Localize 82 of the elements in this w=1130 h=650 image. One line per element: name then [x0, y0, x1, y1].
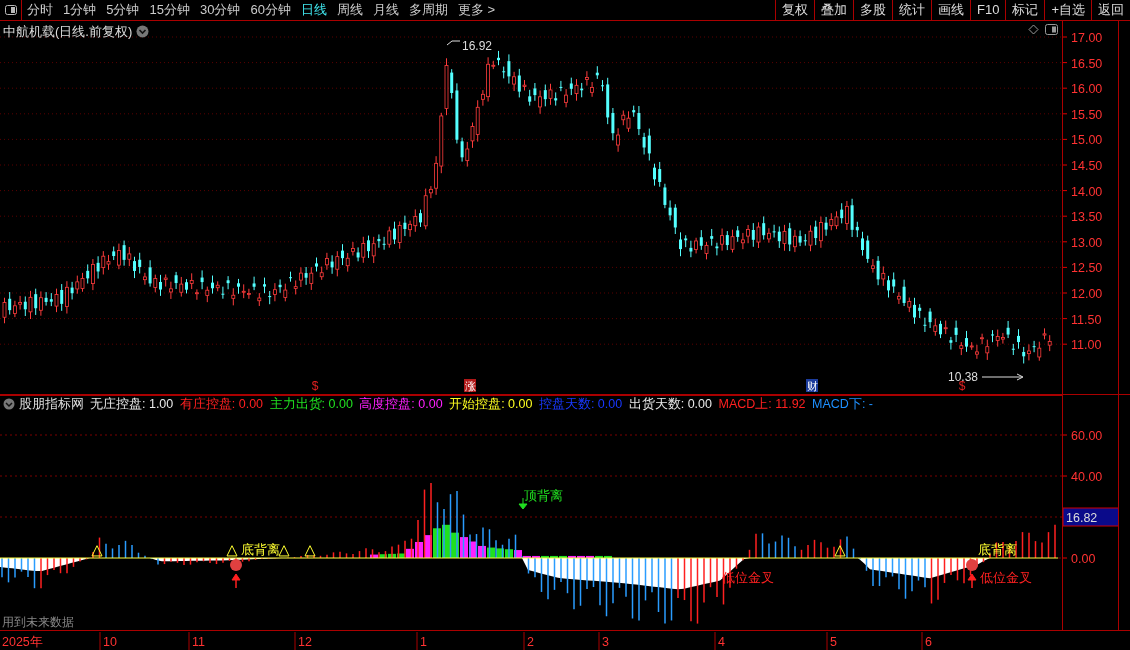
indicator-value: 出货天数: 0.00 — [628, 395, 712, 413]
date-label: 6 — [925, 634, 932, 649]
indicator-value: MACD下: - — [812, 395, 873, 413]
indicator-value: 无庄控盘: 1.00 — [90, 395, 174, 413]
date-label: 4 — [718, 634, 725, 649]
up-arrow-icon — [230, 559, 242, 589]
toolbar-button[interactable]: 画线 — [931, 0, 970, 20]
axis-label: 12.00 — [1071, 287, 1103, 301]
triangle-marker — [834, 545, 846, 557]
panel-toggle-icon[interactable] — [1045, 24, 1058, 35]
event-tag[interactable]: 涨 — [464, 379, 476, 392]
axis-label: 11.00 — [1071, 338, 1102, 353]
toolbar-button[interactable]: 返回 — [1091, 0, 1130, 20]
indicator-name: 股朋指标网 — [18, 395, 84, 413]
signal-label: 低位金叉 — [980, 570, 1032, 585]
date-label: 5 — [830, 634, 837, 649]
indicator-value: 开始控盘: 0.00 — [449, 395, 533, 413]
axis-label: 15.00 — [1071, 133, 1103, 148]
axis-label: 60.00 — [1071, 429, 1103, 443]
axis-label: 11.50 — [1071, 312, 1102, 327]
event-tag[interactable]: 财 — [806, 379, 818, 392]
axis-label: 40.00 — [1071, 470, 1103, 484]
period-tab[interactable]: 15分钟 — [144, 0, 195, 20]
date-label: 10 — [103, 634, 117, 649]
grid-line — [1057, 557, 1062, 559]
note-text: 用到未来数据 — [2, 615, 74, 629]
axis-label: 17.00 — [1071, 31, 1103, 45]
axis-label: 16.50 — [1071, 56, 1103, 71]
indicator-value: MACD上: 11.92 — [718, 395, 806, 413]
axis-label: 12.50 — [1071, 261, 1103, 276]
axis-label: 15.50 — [1071, 107, 1103, 122]
date-label: 12 — [298, 634, 312, 649]
indicator-value: 有庄控盘: 0.00 — [179, 395, 264, 413]
high-price-label: 16.92 — [462, 39, 493, 53]
indicator-value: 高度控盘: 0.00 — [359, 395, 443, 413]
date-label: 2 — [527, 634, 534, 649]
signal-label: 顶背离 — [524, 488, 563, 503]
period-tab[interactable]: 60分钟 — [245, 0, 296, 20]
date-label: 1 — [420, 634, 427, 649]
period-tab[interactable]: 1分钟 — [58, 0, 102, 20]
diamond-icon[interactable] — [1027, 24, 1039, 35]
triangle-marker — [304, 545, 316, 557]
axis-label: 0.00 — [1071, 552, 1096, 566]
axis-label: 13.00 — [1071, 235, 1103, 250]
period-tab[interactable]: 更多 > — [452, 0, 501, 20]
triangle-marker — [226, 545, 238, 557]
current-value: 16.82 — [1066, 511, 1098, 525]
collapse-icon[interactable] — [3, 398, 16, 410]
axis-label: 16.00 — [1071, 82, 1103, 97]
date-label: 11 — [192, 634, 205, 649]
stock-title: 中航机载(日线.前复权) — [3, 23, 133, 41]
toolbar-button[interactable]: +自选 — [1044, 0, 1091, 20]
period-tab[interactable]: 日线 — [295, 0, 332, 20]
up-arrow-icon — [966, 559, 978, 589]
panel-toggle-icon[interactable] — [4, 5, 17, 15]
toolbar-button[interactable]: F10 — [970, 0, 1006, 20]
period-tab[interactable]: 周线 — [331, 0, 368, 20]
period-tab[interactable]: 30分钟 — [194, 0, 246, 20]
triangle-marker — [91, 545, 103, 557]
indicator-value: 主力出货: 0.00 — [269, 395, 353, 413]
event-marker[interactable]: $ — [311, 379, 319, 393]
toolbar-button[interactable]: 统计 — [892, 0, 931, 20]
leader-line — [446, 40, 461, 46]
axis-label: 14.00 — [1071, 184, 1103, 199]
dropdown-icon[interactable] — [135, 25, 149, 39]
period-tab[interactable]: 多周期 — [403, 0, 453, 20]
toolbar-button[interactable]: 叠加 — [814, 0, 853, 20]
toolbar-button[interactable]: 多股 — [853, 0, 892, 20]
indicator-value: 控盘天数: 0.00 — [538, 395, 623, 413]
period-tab[interactable]: 5分钟 — [101, 0, 145, 20]
period-tab[interactable]: 分时 — [22, 0, 58, 20]
signal-label: 底背离 — [241, 542, 280, 557]
axis-label: 13.50 — [1071, 210, 1103, 225]
toolbar-button[interactable]: 标记 — [1005, 0, 1045, 20]
axis-label: 14.50 — [1071, 159, 1103, 173]
triangle-marker — [278, 545, 290, 557]
arrow-icon — [981, 373, 1024, 381]
current-value-box — [1063, 507, 1119, 527]
period-tab[interactable]: 月线 — [367, 0, 404, 20]
toolbar-button[interactable]: 复权 — [775, 0, 814, 20]
date-label: 2025年 — [2, 634, 43, 649]
date-label: 3 — [602, 634, 609, 649]
